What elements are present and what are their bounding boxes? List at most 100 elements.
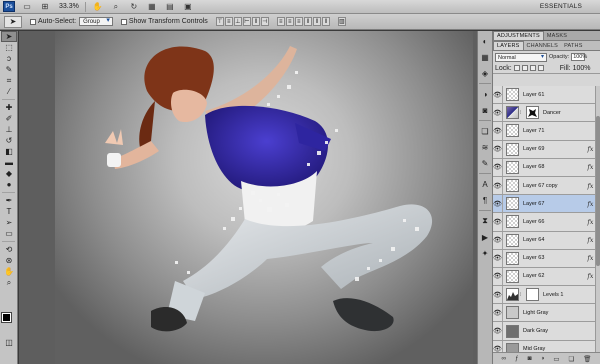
- layer-thumbnail[interactable]: [506, 324, 519, 338]
- layer-thumbnail[interactable]: [506, 269, 519, 283]
- layer-name[interactable]: Layer 61: [523, 92, 600, 98]
- type-tool-icon[interactable]: T: [1, 206, 17, 217]
- visibility-eye-icon[interactable]: 👁: [493, 231, 503, 249]
- distribute-hcenter-icon[interactable]: ‖: [312, 17, 321, 26]
- layer-name[interactable]: Layer 71: [523, 128, 600, 134]
- visibility-eye-icon[interactable]: 👁: [493, 322, 503, 340]
- eraser-tool-icon[interactable]: ◧: [1, 146, 17, 157]
- mask-link-icon[interactable]: ⁞: [520, 110, 524, 116]
- layer-row[interactable]: 👁Layer 66fx▾: [493, 213, 600, 232]
- link-layers-icon[interactable]: ∞: [501, 355, 506, 362]
- bridge-icon[interactable]: ▭: [21, 2, 33, 12]
- actions-panel-icon[interactable]: ▶: [479, 231, 491, 243]
- distribute-right-icon[interactable]: ‖: [321, 17, 330, 26]
- layer-thumbnail[interactable]: [506, 197, 519, 211]
- gradient-tool-icon[interactable]: ▬: [1, 157, 17, 168]
- blur-tool-icon[interactable]: ◆: [1, 168, 17, 179]
- layer-row[interactable]: 👁Layer 69fx▾: [493, 140, 600, 159]
- layer-thumbnail[interactable]: [506, 88, 519, 102]
- zoom-tool-icon[interactable]: ⌕: [1, 277, 17, 288]
- screen-mode-icon[interactable]: ▣: [182, 2, 194, 12]
- distribute-bottom-icon[interactable]: ≡: [294, 17, 303, 26]
- view-extras-icon[interactable]: ⊞: [39, 2, 51, 12]
- move-tool-icon[interactable]: ➤: [1, 31, 17, 42]
- zoom-level[interactable]: 33.3%: [59, 3, 79, 10]
- auto-select-checkbox[interactable]: Auto-Select:: [30, 18, 76, 25]
- layer-row[interactable]: 👁Layer 63fx▾: [493, 249, 600, 268]
- rotate-view-icon[interactable]: ↻: [128, 2, 140, 12]
- layer-effects-icon[interactable]: fx: [587, 218, 593, 226]
- add-style-icon[interactable]: ƒ: [515, 355, 519, 362]
- history-panel-icon[interactable]: ⧗: [479, 215, 491, 227]
- layer-name[interactable]: Layer 64: [523, 237, 587, 243]
- layer-effects-icon[interactable]: fx: [587, 254, 593, 262]
- layer-thumbnail[interactable]: [506, 306, 519, 320]
- adjustment-layer-icon[interactable]: ◑: [540, 355, 544, 362]
- lock-image-icon[interactable]: [521, 65, 528, 71]
- layer-row[interactable]: 👁 Mid Gray: [493, 340, 600, 352]
- paths-panel-icon[interactable]: ✎: [479, 157, 491, 169]
- fill-input[interactable]: 100%: [573, 65, 591, 72]
- show-transform-checkbox[interactable]: Show Transform Controls: [120, 18, 208, 25]
- blend-mode-dropdown[interactable]: Normal: [495, 52, 547, 62]
- align-vcenter-icon[interactable]: ≡: [224, 17, 233, 26]
- canvas[interactable]: [55, 31, 473, 364]
- layer-thumbnail[interactable]: [506, 288, 519, 302]
- visibility-eye-icon[interactable]: 👁: [493, 267, 503, 286]
- tool-preset-picker[interactable]: ➤: [4, 15, 22, 28]
- grid-icon[interactable]: ▦: [146, 2, 158, 12]
- mask-link-icon[interactable]: ⁞: [520, 292, 524, 298]
- layer-row[interactable]: 👁Layer 68fx▾: [493, 158, 600, 177]
- delete-layer-icon[interactable]: 🗑: [583, 355, 591, 363]
- visibility-eye-icon[interactable]: 👁: [493, 140, 503, 158]
- layer-thumbnail[interactable]: [506, 251, 519, 265]
- color-panel-icon[interactable]: ◐: [479, 35, 491, 47]
- opacity-input[interactable]: 100%: [571, 53, 587, 61]
- align-hcenter-icon[interactable]: ‖: [251, 17, 260, 26]
- layer-row[interactable]: 👁 Dark Gray: [493, 322, 600, 341]
- 3d-rotate-tool-icon[interactable]: ⟲: [1, 244, 17, 255]
- layer-name[interactable]: Dancer: [543, 110, 600, 116]
- zoom-tool-icon[interactable]: ⌕: [110, 2, 122, 12]
- eyedropper-tool-icon[interactable]: ⁄: [1, 86, 17, 97]
- layer-thumbnail[interactable]: [506, 106, 519, 120]
- layer-name[interactable]: Layer 66: [523, 219, 587, 225]
- layer-row[interactable]: 👁Layer 64fx▾: [493, 231, 600, 250]
- layer-thumbnail[interactable]: [506, 342, 519, 352]
- align-top-icon[interactable]: ⊤: [215, 17, 224, 26]
- layer-thumbnail[interactable]: [506, 233, 519, 247]
- crop-tool-icon[interactable]: ⌗: [1, 75, 17, 86]
- arrange-documents-icon[interactable]: ▤: [164, 2, 176, 12]
- photoshop-logo[interactable]: Ps: [3, 1, 15, 12]
- align-bottom-icon[interactable]: ⊥: [233, 17, 242, 26]
- visibility-eye-icon[interactable]: 👁: [493, 158, 503, 176]
- layer-name[interactable]: Layer 62: [523, 273, 587, 279]
- distribute-left-icon[interactable]: ‖: [303, 17, 312, 26]
- tab-channels[interactable]: CHANNELS: [524, 42, 562, 50]
- character-panel-icon[interactable]: A: [479, 178, 491, 190]
- lasso-tool-icon[interactable]: ↄ: [1, 53, 17, 64]
- layer-thumbnail[interactable]: [506, 179, 519, 193]
- navigator-panel-icon[interactable]: ✦: [479, 247, 491, 259]
- layer-row[interactable]: 👁 Layer 71: [493, 122, 600, 141]
- quick-selection-tool-icon[interactable]: ✎: [1, 64, 17, 75]
- layer-row[interactable]: 👁 ⁞ Dancer: [493, 104, 600, 123]
- layer-row[interactable]: 👁Layer 67 copyfx▾: [493, 176, 600, 196]
- adjustments-panel-icon[interactable]: ◑: [479, 88, 491, 100]
- lock-transparent-icon[interactable]: [513, 65, 520, 71]
- tab-layers[interactable]: LAYERS: [493, 41, 524, 50]
- scrollbar-thumb[interactable]: [596, 116, 600, 266]
- shape-tool-icon[interactable]: ▭: [1, 228, 17, 239]
- styles-panel-icon[interactable]: ◈: [479, 67, 491, 79]
- layer-mask-thumbnail[interactable]: [526, 288, 539, 302]
- layer-name[interactable]: Light Gray: [523, 310, 600, 316]
- layer-name[interactable]: Layer 68: [523, 164, 587, 170]
- distribute-top-icon[interactable]: ≡: [276, 17, 285, 26]
- distribute-vcenter-icon[interactable]: ≡: [285, 17, 294, 26]
- swatches-panel-icon[interactable]: ▦: [479, 51, 491, 63]
- layer-thumbnail[interactable]: [506, 142, 519, 156]
- layer-name[interactable]: Layer 67: [523, 201, 587, 207]
- hand-tool-icon[interactable]: ✋: [1, 266, 17, 277]
- tab-adjustments[interactable]: ADJUSTMENTS: [493, 31, 544, 40]
- layer-name[interactable]: Layer 67 copy: [523, 183, 587, 189]
